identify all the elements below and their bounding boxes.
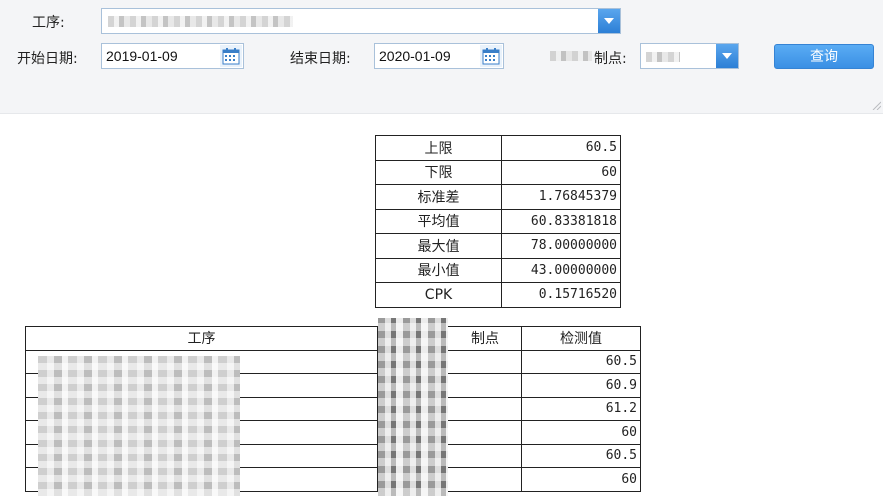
stat-label: CPK <box>375 282 502 308</box>
measured-value: 61.2 <box>521 396 641 421</box>
process-label: 工序: <box>32 15 65 31</box>
stat-label: 平均值 <box>375 208 502 234</box>
statistics-table: 上限 60.5 下限 60 标准差 1.76845379 平均值 60.83381818… <box>375 135 621 308</box>
stat-value: 1.76845379 <box>501 184 621 210</box>
table-row: 最大值 78.00000000 <box>375 233 621 259</box>
table-row: CPK 0.15716520 <box>375 282 621 308</box>
resize-grip-icon[interactable] <box>871 100 881 110</box>
calendar-icon[interactable] <box>480 45 502 67</box>
start-date-label: 开始日期: <box>17 51 78 67</box>
calendar-icon[interactable] <box>220 45 242 67</box>
stat-label: 下限 <box>375 159 502 185</box>
redacted-control-point-column <box>378 318 448 496</box>
chevron-down-icon[interactable] <box>598 9 620 33</box>
stat-label: 上限 <box>375 135 502 161</box>
redacted-process-value <box>108 16 293 27</box>
redacted-process-column <box>38 356 240 496</box>
filter-toolbar: 工序: 开始日期: 2019-01-09 结束日期: 2020-01-09 制点… <box>0 0 883 114</box>
table-row: 最小值 43.00000000 <box>375 257 621 283</box>
stat-label: 最小值 <box>375 257 502 283</box>
stat-value: 0.15716520 <box>501 282 621 308</box>
measured-value: 60 <box>521 467 641 492</box>
process-select[interactable] <box>101 8 621 34</box>
control-point-label: 制点: <box>594 51 627 67</box>
query-button[interactable]: 查询 <box>774 44 874 69</box>
end-date-value: 2020-01-09 <box>379 48 451 64</box>
chevron-down-icon[interactable] <box>716 44 738 68</box>
measured-value: 60.9 <box>521 373 641 398</box>
column-header-process: 工序 <box>25 326 378 351</box>
stat-value: 78.00000000 <box>501 233 621 259</box>
measured-value: 60.5 <box>521 349 641 374</box>
stat-label: 标准差 <box>375 184 502 210</box>
measured-value: 60 <box>521 420 641 445</box>
table-row: 平均值 60.83381818 <box>375 208 621 234</box>
stat-value: 60.5 <box>501 135 621 161</box>
column-header-value: 检测值 <box>521 326 641 351</box>
table-row: 上限 60.5 <box>375 135 621 161</box>
start-date-field[interactable]: 2019-01-09 <box>101 43 244 69</box>
table-row: 标准差 1.76845379 <box>375 184 621 210</box>
end-date-field[interactable]: 2020-01-09 <box>374 43 504 69</box>
start-date-value: 2019-01-09 <box>106 48 178 64</box>
redacted-control-point-value <box>646 52 680 62</box>
table-row: 下限 60 <box>375 159 621 185</box>
stat-label: 最大值 <box>375 233 502 259</box>
measured-value: 60.5 <box>521 443 641 468</box>
stat-value: 60 <box>501 159 621 185</box>
control-point-select[interactable] <box>640 43 739 69</box>
end-date-label: 结束日期: <box>290 51 351 67</box>
stat-value: 43.00000000 <box>501 257 621 283</box>
table-header-row: 工序 制点 检测值 <box>25 326 641 351</box>
redacted-control-point-prefix <box>550 51 592 61</box>
stat-value: 60.83381818 <box>501 208 621 234</box>
